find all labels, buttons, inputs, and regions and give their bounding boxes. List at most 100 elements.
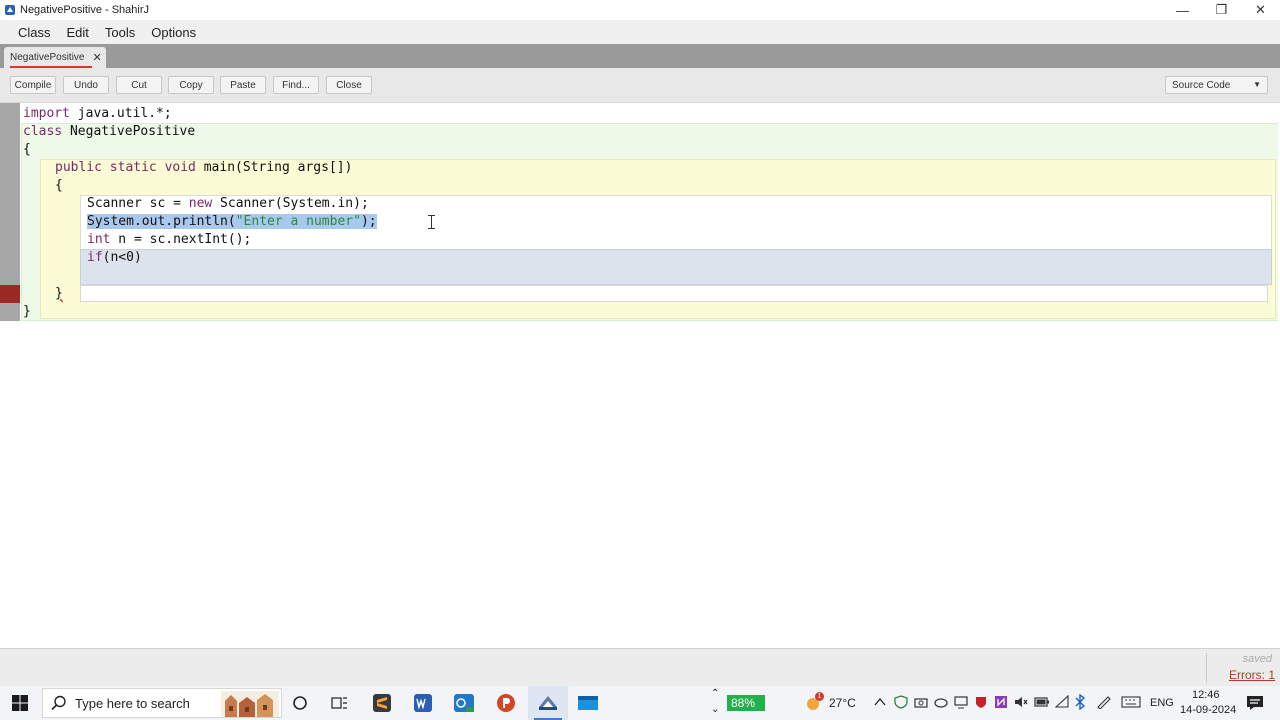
bluetooth-icon[interactable] (1074, 694, 1086, 710)
keyword: new (188, 196, 213, 211)
windows-taskbar: Type here to search ⌃ ⌄ 88% 1 27°C ENG 1… (0, 686, 1280, 720)
clock-time[interactable]: 12:46 (1192, 689, 1220, 701)
menu-edit[interactable]: Edit (59, 25, 97, 40)
taskbar-scroll-up-icon[interactable]: ⌃ (711, 688, 719, 699)
chevron-down-icon: ▼ (1253, 80, 1261, 89)
code-text: java.util.*; (69, 106, 172, 121)
string-literal: "Enter a number" (235, 214, 361, 229)
pen-icon[interactable] (1096, 695, 1112, 709)
error-line-marker[interactable] (0, 285, 20, 303)
code-editor[interactable]: import java.util.*; class NegativePositi… (0, 102, 1280, 648)
code-line-5[interactable]: { (55, 177, 63, 195)
code-line-9[interactable]: if(n<0) (87, 249, 142, 267)
start-button[interactable] (0, 686, 40, 720)
cortana-icon[interactable] (288, 691, 312, 715)
battery-indicator[interactable]: 88% (727, 695, 765, 711)
keyword: if (87, 250, 103, 265)
compile-button[interactable]: Compile (10, 76, 56, 94)
bluej-icon (539, 696, 557, 710)
tab-label: NegativePositive (10, 52, 85, 63)
line-gutter[interactable] (0, 103, 20, 321)
code-text: NegativePositive (62, 124, 196, 139)
wifi-icon[interactable] (1055, 695, 1069, 709)
menu-tools[interactable]: Tools (97, 25, 143, 40)
task-view-button[interactable] (328, 691, 352, 715)
restore-icon: ❐ (1215, 2, 1228, 17)
code-text: (n<0) (102, 250, 142, 265)
code-text: Scanner sc = (87, 196, 189, 211)
note-icon[interactable] (994, 695, 1008, 709)
taskbar-outlook-button[interactable] (452, 691, 476, 715)
notification-center-icon[interactable] (1246, 694, 1264, 712)
windows-logo-icon (12, 695, 28, 711)
taskbar-app-button[interactable] (576, 691, 600, 715)
close-editor-button[interactable]: Close (326, 76, 372, 94)
tab-close-icon[interactable]: ✕ (92, 51, 101, 64)
saved-status: saved (1242, 653, 1272, 665)
code-line-2[interactable]: class NegativePositive (23, 123, 195, 141)
keyword: public static void (55, 160, 196, 175)
close-icon: ✕ (1255, 2, 1266, 17)
minimize-icon: — (1176, 2, 1189, 18)
volume-muted-icon[interactable] (1014, 695, 1028, 709)
bluej-app-icon (5, 5, 15, 15)
shield-icon[interactable] (894, 695, 908, 709)
view-mode-value: Source Code (1172, 79, 1231, 91)
status-bar: saved Errors: 1 (0, 648, 1280, 686)
taskbar-scroll-down-icon[interactable]: ⌄ (711, 704, 719, 715)
battery-percent: 88% (731, 696, 756, 710)
code-line-12[interactable]: } (23, 303, 31, 321)
keyboard-icon[interactable] (1121, 696, 1141, 708)
copy-button[interactable]: Copy (168, 76, 214, 94)
editor-toolbar: Compile Undo Cut Copy Paste Find... Clos… (0, 68, 1280, 102)
weather-notification-badge: 1 (815, 692, 824, 701)
close-window-button[interactable]: ✕ (1241, 0, 1280, 20)
gamepad-icon[interactable] (934, 695, 948, 709)
search-placeholder: Type here to search (75, 695, 190, 711)
errors-link[interactable]: Errors: 1 (1229, 668, 1275, 682)
code-text: n = sc.nextInt(); (110, 232, 252, 247)
code-line-4[interactable]: public static void main(String args[]) (55, 159, 352, 177)
restore-button[interactable]: ❐ (1202, 0, 1241, 20)
code-line-6[interactable]: Scanner sc = new Scanner(System.in); (87, 195, 369, 213)
taskbar-powerpoint-button[interactable] (494, 691, 518, 715)
sublime-text-icon (373, 694, 391, 712)
show-hidden-icons-chevron-up-icon[interactable] (874, 696, 886, 708)
code-line-8[interactable]: int n = sc.nextInt(); (87, 231, 251, 249)
bluej-taskbar-icon-wrap (536, 691, 560, 715)
input-language[interactable]: ENG (1150, 697, 1174, 709)
cut-button[interactable]: Cut (116, 76, 162, 94)
error-line-highlight (80, 285, 1268, 302)
menu-bar: Class Edit Tools Options (0, 20, 1280, 44)
camera-icon[interactable] (914, 695, 928, 709)
temperature: 27°C (829, 696, 856, 710)
powerpoint-icon (497, 694, 515, 712)
code-line-3[interactable]: { (23, 141, 31, 159)
tab-negativepositive[interactable]: NegativePositive ✕ (4, 47, 106, 68)
menu-options[interactable]: Options (143, 25, 204, 40)
code-line-11[interactable]: } (55, 285, 63, 303)
view-mode-select[interactable]: Source Code ▼ (1165, 76, 1268, 94)
menu-class[interactable]: Class (10, 25, 59, 40)
taskbar-search-box[interactable]: Type here to search (42, 688, 282, 718)
undo-button[interactable]: Undo (63, 76, 109, 94)
search-highlight-image-icon (221, 691, 279, 717)
code-text: main(String args[]) (195, 160, 353, 175)
battery-icon[interactable] (1034, 696, 1050, 708)
paste-button[interactable]: Paste (220, 76, 266, 94)
code-line-7[interactable]: System.out.println("Enter a number"); (87, 213, 377, 231)
taskbar-word-button[interactable] (411, 691, 435, 715)
display-icon[interactable] (954, 695, 968, 709)
if-scope-highlight (80, 249, 1272, 285)
clock-date[interactable]: 14-09-2024 (1180, 704, 1236, 716)
keyword: int (87, 232, 111, 247)
task-view-icon (331, 697, 347, 709)
minimize-button[interactable]: — (1163, 0, 1202, 20)
outlook-icon (454, 694, 474, 712)
word-icon (414, 694, 432, 712)
code-line-1[interactable]: import java.util.*; (23, 105, 172, 123)
title-bar: NegativePositive - ShahirJ — ❐ ✕ (0, 0, 1280, 20)
security-icon[interactable] (974, 695, 988, 709)
taskbar-sublime-button[interactable] (370, 691, 394, 715)
find-button[interactable]: Find... (273, 76, 319, 94)
